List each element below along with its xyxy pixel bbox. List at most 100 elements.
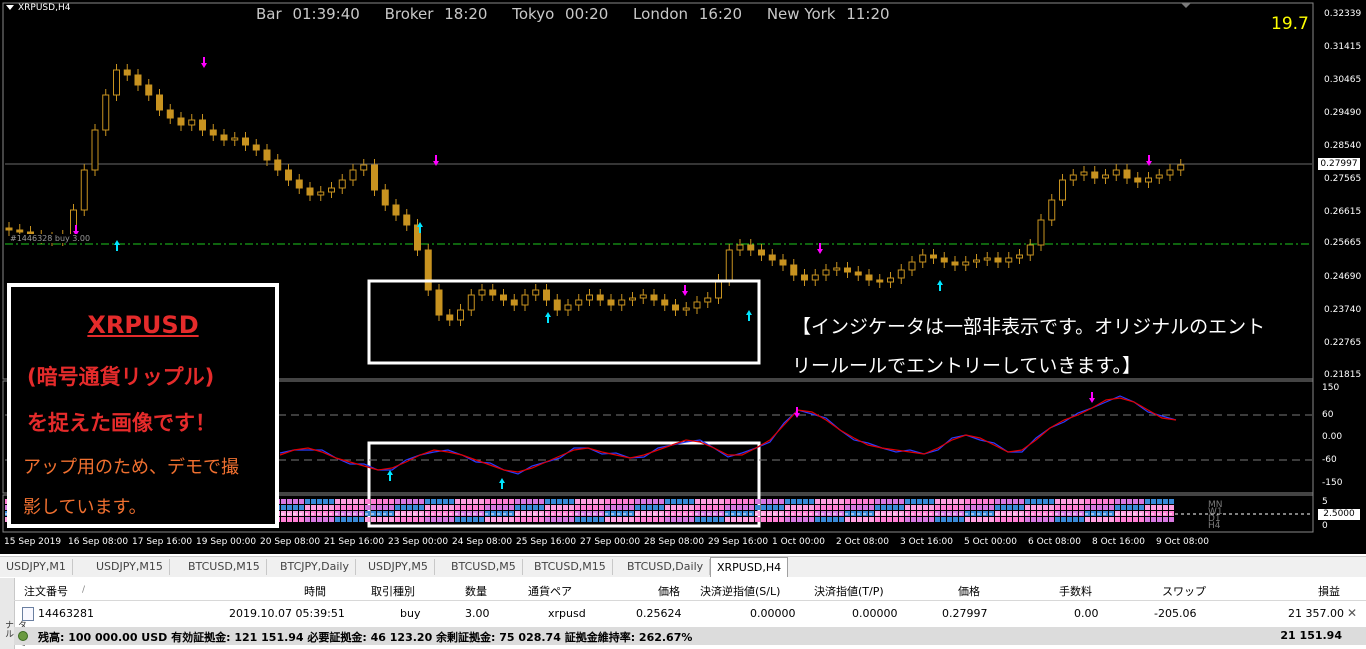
tab-chart[interactable]: USDJPY,M5 (362, 559, 435, 575)
col-sl[interactable]: 決済逆指値(S/L) (700, 583, 780, 599)
terminal-side-strip[interactable]: ターミナル (0, 578, 26, 649)
strength-cell (419, 517, 424, 522)
strength-cell (1043, 505, 1048, 510)
candle-body (500, 294, 507, 301)
newyork-value: 11:20 (846, 5, 890, 23)
tab-chart-active[interactable]: XRPUSD,H4 (710, 557, 789, 577)
strength-cell (521, 499, 526, 504)
strength-cell (449, 517, 454, 522)
strength-cell (1079, 505, 1084, 510)
price-tick: 0.32339 (1324, 9, 1362, 19)
tab-chart[interactable]: USDJPY,M15 (90, 559, 170, 575)
cell-tp[interactable]: 0.00000 (852, 607, 898, 620)
candle-body (1069, 174, 1077, 181)
strength-cell (737, 505, 742, 510)
strength-cell (407, 499, 412, 504)
strength-cell (299, 517, 304, 522)
col-type[interactable]: 取引種別 (371, 583, 415, 599)
tab-chart[interactable]: BTCUSD,M5 (445, 559, 523, 575)
chart-symbol-label[interactable]: XRPUSD,H4 (6, 3, 70, 13)
tab-chart[interactable]: BTCJPY,Daily (274, 559, 356, 575)
candle-body (521, 294, 529, 306)
candle-body (564, 304, 572, 311)
strength-cell (1091, 505, 1096, 510)
strength-cell (1103, 505, 1108, 510)
strength-cell (353, 517, 358, 522)
strength-cell (299, 505, 304, 510)
strength-cell (959, 517, 964, 522)
trade-header-row: 注文番号 / 時間 取引種別 数量 通貨ペア 価格 決済逆指値(S/L) 決済指… (14, 580, 1366, 601)
strength-cell (605, 517, 610, 522)
strength-cell (983, 517, 988, 522)
strength-cell (695, 499, 700, 504)
col-volume[interactable]: 数量 (465, 583, 487, 599)
strength-cell (1097, 517, 1102, 522)
strength-cell (533, 499, 538, 504)
strength-cell (563, 505, 568, 510)
strength-cell (353, 499, 358, 504)
strength-cell (425, 499, 430, 504)
strength-cell (659, 499, 664, 504)
strength-cell (629, 517, 634, 522)
col-profit[interactable]: 損益 (1318, 583, 1340, 599)
strength-cell (989, 499, 994, 504)
candle-body (973, 259, 980, 263)
strength-cell (827, 499, 832, 504)
col-time[interactable]: 時間 (304, 583, 326, 599)
chart-area[interactable]: XRPUSD,H4 Bar 01:39:40 Broker 18:20 Toky… (0, 0, 1366, 554)
tab-chart[interactable]: BTCUSD,Daily (621, 559, 711, 575)
strength-cell (953, 505, 958, 510)
strength-cell (989, 505, 994, 510)
strength-cell (1055, 499, 1060, 504)
price-tick: 0.23740 (1324, 305, 1362, 315)
strength-cell (1109, 505, 1114, 510)
col-open-price[interactable]: 価格 (658, 583, 680, 599)
strength-level-box: 2.5000 (1318, 509, 1360, 520)
strength-cell (1079, 499, 1084, 504)
strength-cell (899, 499, 904, 504)
sell-signal-arrow-icon (817, 243, 823, 254)
strength-cell (461, 505, 466, 510)
tab-chart[interactable]: BTCUSD,M15 (528, 559, 613, 575)
buy-signal-arrow-icon (387, 470, 393, 481)
close-order-icon[interactable]: ✕ (1347, 606, 1357, 620)
strength-cell (761, 499, 766, 504)
strength-cell (431, 499, 436, 504)
strength-cell (1007, 517, 1012, 522)
strength-cell (833, 499, 838, 504)
bar-label: Bar (256, 5, 282, 23)
strength-cell (557, 499, 562, 504)
candle-body (1048, 199, 1056, 221)
trade-row[interactable]: 14463281 2019.10.07 05:39:51 buy 3.00 xr… (14, 605, 1366, 623)
cell-sl[interactable]: 0.00000 (750, 607, 796, 620)
strength-cell (1169, 499, 1174, 504)
col-price[interactable]: 価格 (958, 583, 980, 599)
col-swap[interactable]: スワップ (1162, 583, 1206, 599)
chart-menu-triangle-icon[interactable] (6, 5, 14, 10)
col-commission[interactable]: 手数料 (1059, 583, 1092, 599)
strength-cell (893, 499, 898, 504)
order-line-label[interactable]: #1446328 buy 3.00 (10, 234, 91, 243)
col-tp[interactable]: 決済指値(T/P) (814, 583, 884, 599)
strength-cell (335, 499, 340, 504)
candle-body (381, 189, 389, 206)
strength-cell (911, 517, 916, 522)
strength-cell (1067, 499, 1072, 504)
strength-cell (1133, 505, 1138, 510)
tab-chart[interactable]: BTCUSD,M15 (182, 559, 267, 575)
candle-body (188, 119, 196, 126)
terminal-panel: ターミナル 注文番号 / 時間 取引種別 数量 通貨ペア 価格 決済逆指値(S/… (0, 578, 1366, 649)
strength-cell (719, 505, 724, 510)
tab-chart[interactable]: USDJPY,M1 (0, 559, 73, 575)
strength-cell (551, 517, 556, 522)
candle-body (1123, 169, 1131, 179)
strength-cell (377, 499, 382, 504)
strength-cell (1127, 517, 1132, 522)
strength-cell (749, 505, 754, 510)
col-pair[interactable]: 通貨ペア (528, 583, 572, 599)
oscillator-red-line (279, 397, 1177, 473)
candle-body (166, 109, 174, 119)
candle-body (1091, 171, 1099, 179)
candle-body (371, 164, 378, 191)
col-order[interactable]: 注文番号 (24, 583, 68, 599)
